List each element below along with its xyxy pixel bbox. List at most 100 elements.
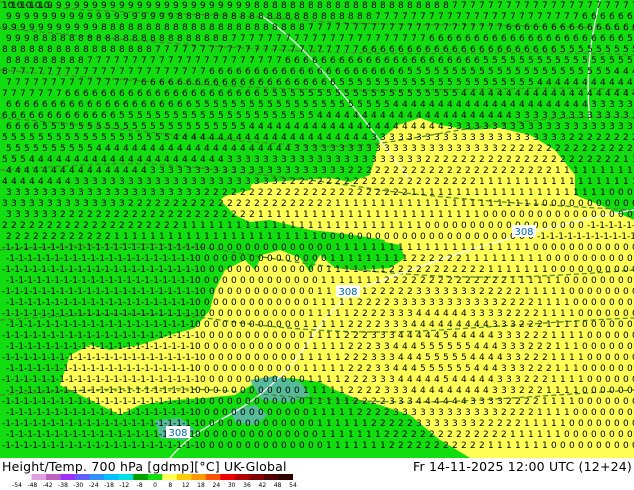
temperature-digit: 6 bbox=[362, 45, 368, 55]
temperature-digit: 2 bbox=[587, 155, 593, 165]
temperature-digit: 3 bbox=[429, 298, 435, 308]
temperature-digit: 0 bbox=[308, 419, 314, 429]
temperature-digit: 0 bbox=[267, 276, 273, 286]
temperature-digit: -1 bbox=[51, 342, 60, 352]
temperature-digit: 5 bbox=[200, 111, 206, 121]
temperature-digit: 2 bbox=[227, 199, 233, 209]
temperature-digit: -1 bbox=[60, 408, 69, 418]
temperature-digit: -1 bbox=[128, 375, 137, 385]
colorbar bbox=[17, 474, 293, 480]
temperature-digit: 4 bbox=[470, 89, 476, 99]
temperature-digit: -1 bbox=[11, 309, 20, 319]
temperature-digit: 3 bbox=[600, 100, 606, 110]
temperature-digit: 0 bbox=[218, 265, 224, 275]
temperature-digit: -1 bbox=[74, 243, 83, 253]
temperature-digit: 0 bbox=[236, 375, 242, 385]
temperature-digit: 1 bbox=[254, 221, 260, 231]
temperature-digit: 4 bbox=[393, 122, 399, 132]
temperature-digit: 0 bbox=[195, 276, 201, 286]
temperature-digit: 1 bbox=[429, 210, 435, 220]
temperature-digit: 6 bbox=[596, 23, 602, 33]
temperature-digit: 1 bbox=[353, 199, 359, 209]
temperature-digit: 6 bbox=[78, 100, 84, 110]
temperature-digit: -1 bbox=[2, 397, 11, 407]
temperature-digit: -1 bbox=[155, 243, 164, 253]
temperature-digit: 4 bbox=[407, 331, 413, 341]
temperature-digit: -1 bbox=[137, 353, 146, 363]
temperature-digit: 0 bbox=[213, 276, 219, 286]
temperature-digit: 3 bbox=[551, 133, 557, 143]
temperature-digit: 9 bbox=[96, 12, 102, 22]
temperature-digit: 3 bbox=[191, 177, 197, 187]
temperature-digit: 5 bbox=[591, 56, 597, 66]
temperature-digit: -1 bbox=[137, 375, 146, 385]
temperature-digit: -1 bbox=[6, 254, 15, 264]
temperature-digit: -1 bbox=[87, 342, 96, 352]
temperature-digit: -1 bbox=[60, 342, 69, 352]
temperature-digit: 2 bbox=[533, 331, 539, 341]
temperature-digit: 8 bbox=[177, 12, 183, 22]
temperature-digit: 2 bbox=[357, 298, 363, 308]
temperature-digit: 5 bbox=[596, 67, 602, 77]
temperature-digit: -1 bbox=[74, 309, 83, 319]
temperature-digit: 3 bbox=[389, 353, 395, 363]
temperature-digit: 1 bbox=[492, 254, 498, 264]
temperature-digit: -1 bbox=[132, 364, 141, 374]
temperature-digit: 4 bbox=[348, 122, 354, 132]
temperature-digit: 0 bbox=[366, 232, 372, 242]
temperature-digit: 2 bbox=[366, 386, 372, 396]
temperature-digit: -1 bbox=[42, 342, 51, 352]
temperature-digit: 4 bbox=[182, 155, 188, 165]
temperature-digit: 3 bbox=[78, 188, 84, 198]
temperature-digit: 0 bbox=[627, 342, 633, 352]
temperature-digit: -1 bbox=[173, 397, 182, 407]
temperature-digit: -1 bbox=[101, 419, 110, 429]
temperature-digit: -1 bbox=[186, 320, 195, 330]
temperature-digit: -1 bbox=[92, 331, 101, 341]
temperature-digit: 8 bbox=[33, 56, 39, 66]
temperature-digit: 2 bbox=[330, 188, 336, 198]
temperature-digit: 8 bbox=[78, 34, 84, 44]
temperature-digit: 2 bbox=[519, 144, 525, 154]
temperature-digit: -1 bbox=[191, 265, 200, 275]
temperature-digit: 0 bbox=[627, 188, 633, 198]
temperature-digit: 6 bbox=[236, 89, 242, 99]
temperature-digit: 4 bbox=[398, 111, 404, 121]
temperature-digit: 2 bbox=[416, 177, 422, 187]
temperature-digit: 3 bbox=[240, 166, 246, 176]
temperature-digit: 0 bbox=[258, 430, 264, 440]
temperature-digit: 3 bbox=[407, 155, 413, 165]
temperature-digit: 9 bbox=[159, 12, 165, 22]
temperature-digit: 2 bbox=[69, 210, 75, 220]
temperature-digit: 3 bbox=[452, 133, 458, 143]
temperature-digit: 1 bbox=[321, 298, 327, 308]
temperature-digit: 4 bbox=[182, 133, 188, 143]
temperature-digit: 1 bbox=[578, 375, 584, 385]
temperature-digit: 2 bbox=[542, 353, 548, 363]
temperature-digit: 0 bbox=[200, 375, 206, 385]
colorbar-swatch bbox=[17, 474, 33, 480]
temperature-digit: -1 bbox=[110, 353, 119, 363]
temperature-digit: 4 bbox=[470, 331, 476, 341]
temperature-digit: 8 bbox=[366, 12, 372, 22]
temperature-digit: 3 bbox=[591, 100, 597, 110]
temperature-digit: 4 bbox=[83, 155, 89, 165]
temperature-digit: 8 bbox=[137, 45, 143, 55]
temperature-digit: 2 bbox=[569, 133, 575, 143]
temperature-digit: 1 bbox=[371, 221, 377, 231]
temperature-digit: 4 bbox=[573, 78, 579, 88]
temperature-digit: 0 bbox=[285, 364, 291, 374]
temperature-digit: 6 bbox=[555, 34, 561, 44]
temperature-digit: 6 bbox=[6, 100, 12, 110]
temperature-digit: 6 bbox=[303, 78, 309, 88]
colorbar-swatch bbox=[89, 474, 105, 480]
temperature-digit: 4 bbox=[290, 133, 296, 143]
temperature-digit: 5 bbox=[173, 111, 179, 121]
temperature-digit: 7 bbox=[605, 1, 611, 11]
temperature-digit: -1 bbox=[150, 364, 159, 374]
temperature-digit: 3 bbox=[330, 144, 336, 154]
temperature-digit: 0 bbox=[222, 408, 228, 418]
temperature-digit: 6 bbox=[321, 56, 327, 66]
temperature-digit: 3 bbox=[200, 177, 206, 187]
temperature-digit: 5 bbox=[564, 56, 570, 66]
